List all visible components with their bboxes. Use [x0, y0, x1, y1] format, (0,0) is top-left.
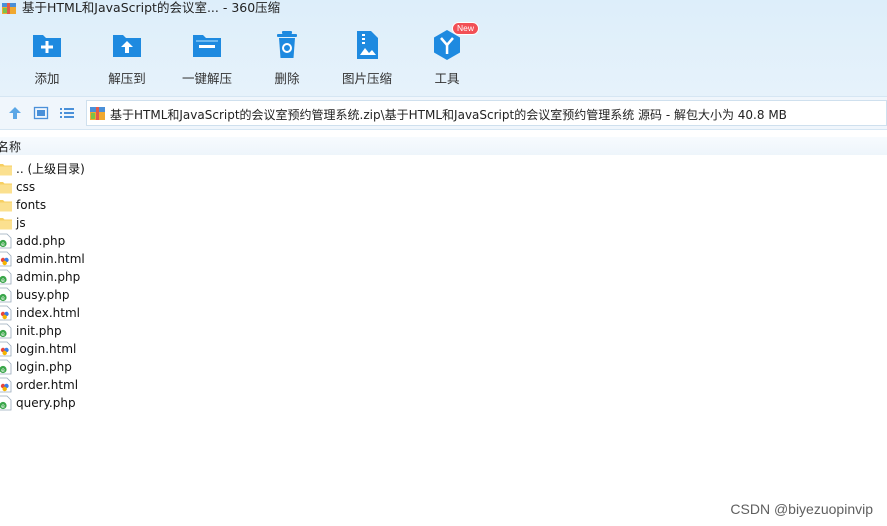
folder-row[interactable]: fonts — [0, 196, 400, 214]
one-click-extract-icon — [193, 35, 221, 57]
php-file-icon: e — [0, 269, 12, 285]
html-file-icon — [0, 305, 12, 321]
file-row[interactable]: admin.html — [0, 250, 400, 268]
file-name: add.php — [16, 234, 66, 248]
file-name: index.html — [16, 306, 80, 320]
thumbnail-view-icon[interactable] — [33, 105, 49, 121]
file-name: .. (上级目录) — [16, 162, 85, 176]
file-row[interactable]: e add.php — [0, 232, 400, 250]
folder-icon — [0, 161, 12, 177]
extract-to-button[interactable]: 解压到 — [92, 28, 162, 90]
toolbar-area: 基于HTML和JavaScript的会议室... - 360压缩 添加 解压到 … — [0, 0, 887, 96]
folder-row[interactable]: css — [0, 178, 400, 196]
file-name: busy.php — [16, 288, 70, 302]
delete-button[interactable]: 删除 — [252, 28, 322, 90]
delete-label: 删除 — [274, 71, 300, 86]
file-name: css — [16, 180, 36, 194]
image-compress-label: 图片压缩 — [341, 71, 392, 86]
new-badge: New — [452, 22, 480, 35]
tools-label: 工具 — [434, 71, 460, 86]
file-row[interactable]: e login.php — [0, 358, 400, 376]
php-file-icon: e — [0, 359, 12, 375]
file-name: login.html — [16, 342, 77, 356]
svg-text:e: e — [1, 331, 5, 338]
file-row[interactable]: e busy.php — [0, 286, 400, 304]
file-name: admin.php — [16, 270, 81, 284]
file-row[interactable]: index.html — [0, 304, 400, 322]
svg-text:e: e — [1, 241, 5, 248]
folder-icon — [0, 197, 12, 213]
file-row[interactable]: login.html — [0, 340, 400, 358]
list-view-icon[interactable] — [59, 105, 75, 121]
one-click-extract-button[interactable]: 一键解压 — [172, 28, 242, 90]
add-button[interactable]: 添加 — [12, 28, 82, 90]
file-name: js — [16, 216, 26, 230]
address-bar[interactable]: 基于HTML和JavaScript的会议室预约管理系统.zip\基于HTML和J… — [86, 100, 887, 126]
column-header: 名称 — [0, 137, 887, 155]
up-arrow-icon[interactable] — [7, 105, 23, 121]
archive-app-icon — [2, 3, 16, 14]
file-row[interactable]: order.html — [0, 376, 400, 394]
file-name: fonts — [16, 198, 47, 212]
folder-row[interactable]: .. (上级目录) — [0, 160, 400, 178]
php-file-icon: e — [0, 233, 12, 249]
php-file-icon: e — [0, 287, 12, 303]
file-name: login.php — [16, 360, 72, 374]
extract-to-label: 解压到 — [108, 71, 146, 86]
file-name: query.php — [16, 396, 76, 410]
tools-button[interactable]: New 工具 — [412, 22, 482, 90]
folder-extract-icon — [113, 35, 141, 57]
window-title: 基于HTML和JavaScript的会议室... - 360压缩 — [22, 0, 281, 15]
current-path: 基于HTML和JavaScript的会议室预约管理系统.zip\基于HTML和J… — [110, 108, 787, 122]
image-compress-icon — [357, 31, 378, 59]
zip-archive-icon — [90, 107, 105, 120]
one-click-extract-label: 一键解压 — [181, 71, 232, 86]
folder-add-icon — [33, 35, 61, 57]
html-file-icon — [0, 251, 12, 267]
file-row[interactable]: e query.php — [0, 394, 400, 412]
file-name: init.php — [16, 324, 62, 338]
php-file-icon: e — [0, 395, 12, 411]
folder-icon — [0, 179, 12, 195]
file-name: admin.html — [16, 252, 85, 266]
svg-text:e: e — [1, 403, 5, 410]
folder-row[interactable]: js — [0, 214, 400, 232]
php-file-icon: e — [0, 323, 12, 339]
html-file-icon — [0, 377, 12, 393]
watermark: CSDN @biyezuopinvip — [730, 501, 873, 517]
add-label: 添加 — [34, 71, 60, 86]
file-name: order.html — [16, 378, 79, 392]
html-file-icon — [0, 341, 12, 357]
svg-text:e: e — [1, 367, 5, 374]
folder-icon — [0, 215, 12, 231]
trash-icon — [277, 31, 297, 58]
svg-text:e: e — [1, 277, 5, 284]
file-row[interactable]: e admin.php — [0, 268, 400, 286]
image-compress-button[interactable]: 图片压缩 — [332, 28, 402, 90]
title-bar: 基于HTML和JavaScript的会议室... - 360压缩 — [0, 0, 887, 18]
column-name-header[interactable]: 名称 — [0, 138, 21, 155]
navigation-bar: 基于HTML和JavaScript的会议室预约管理系统.zip\基于HTML和J… — [0, 96, 887, 130]
svg-text:e: e — [1, 295, 5, 302]
file-row[interactable]: e init.php — [0, 322, 400, 340]
